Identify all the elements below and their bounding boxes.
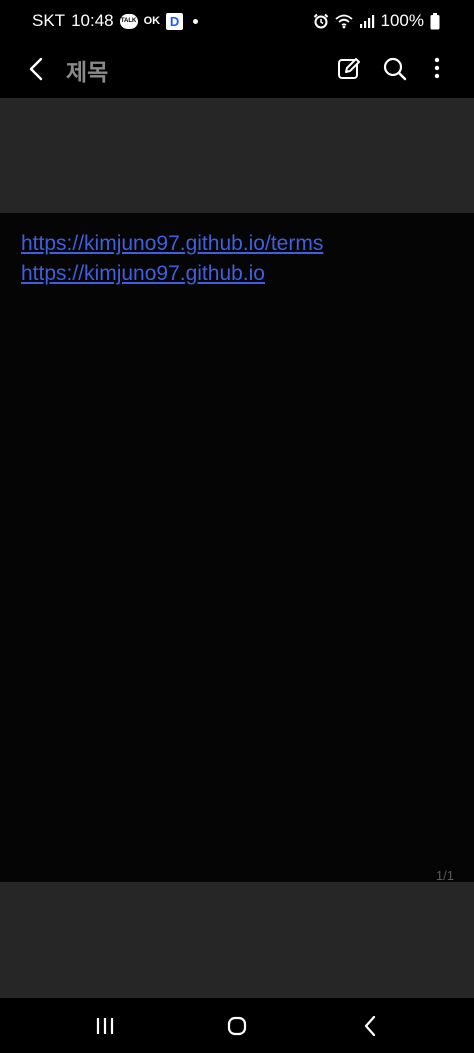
recents-icon (96, 1018, 114, 1034)
top-toolbar-area (0, 98, 474, 213)
recents-button[interactable] (90, 1011, 120, 1041)
search-button[interactable] (380, 54, 410, 84)
alarm-icon (313, 13, 328, 29)
back-icon (364, 1015, 376, 1037)
search-icon (383, 57, 407, 81)
home-button[interactable] (222, 1011, 252, 1041)
clock: 10:48 (71, 11, 114, 30)
edit-icon (338, 58, 360, 79)
nav-back-button[interactable] (355, 1011, 385, 1041)
more-vertical-icon (434, 57, 440, 79)
homepage-link[interactable]: https://kimjuno97.github.io (21, 259, 323, 289)
signal-icon (359, 15, 374, 28)
chevron-left-icon (29, 57, 43, 81)
page-indicator: 1/1 (435, 868, 454, 883)
terms-link[interactable]: https://kimjuno97.github.io/terms (21, 229, 323, 259)
link-list: https://kimjuno97.github.io/terms https:… (21, 229, 323, 289)
more-dot-icon (193, 18, 199, 24)
status-right: 100% (313, 10, 440, 32)
carrier-label: SKT (32, 11, 66, 30)
wifi-icon (334, 14, 353, 29)
navigation-bar (0, 998, 474, 1053)
note-content[interactable]: https://kimjuno97.github.io/terms https:… (0, 213, 474, 883)
more-options-button[interactable] (422, 54, 452, 84)
battery-icon (430, 12, 440, 29)
status-bar: SKT 10:48 TALK OK D 100% (0, 0, 474, 40)
battery-percent: 100% (380, 11, 424, 30)
bottom-toolbar-area (0, 882, 474, 998)
status-left: SKT 10:48 TALK OK D (32, 10, 199, 32)
ok-cashbag-icon: OK (143, 15, 161, 27)
kakaotalk-icon: TALK (119, 13, 138, 29)
back-button[interactable] (22, 54, 52, 84)
edit-button[interactable] (334, 54, 364, 84)
app-bar: 제목 (0, 40, 474, 98)
page-title[interactable]: 제목 (66, 53, 108, 87)
d-app-icon: D (166, 12, 184, 30)
home-icon (227, 1016, 247, 1036)
